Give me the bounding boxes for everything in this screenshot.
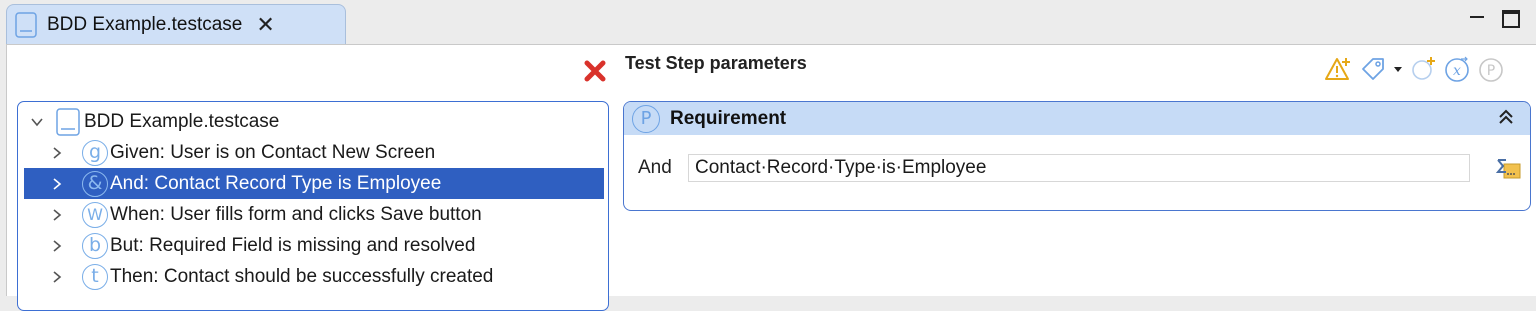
chevron-right-icon[interactable]: [50, 146, 64, 160]
tag-icon[interactable]: [1359, 55, 1387, 83]
editor-content: BDD Example.testcase g Given: User is on…: [6, 44, 1536, 311]
svg-text:x: x: [1453, 63, 1461, 79]
requirement-header[interactable]: P Requirement: [624, 102, 1530, 135]
editor: BDD Example.testcase ✕ BDD Example.testc…: [0, 0, 1536, 311]
chevron-right-icon[interactable]: [50, 270, 64, 284]
given-icon: g: [82, 139, 108, 166]
tab-bdd-example[interactable]: BDD Example.testcase ✕: [6, 4, 346, 44]
tree-root[interactable]: BDD Example.testcase: [18, 106, 608, 137]
add-step-icon[interactable]: [1409, 55, 1437, 83]
chevron-right-icon[interactable]: [50, 177, 64, 191]
tab-title: BDD Example.testcase: [47, 13, 243, 35]
chevron-right-icon[interactable]: [50, 208, 64, 222]
requirement-section: P Requirement And: [623, 101, 1531, 211]
window-controls: [1468, 10, 1520, 28]
svg-text:P: P: [1487, 63, 1495, 79]
tab-strip: BDD Example.testcase ✕: [0, 0, 1536, 44]
tree-item-label: Then: Contact should be successfully cre…: [110, 265, 494, 287]
maximize-icon[interactable]: [1502, 10, 1520, 28]
testcase-file-icon: [56, 107, 80, 136]
section-title: Requirement: [670, 107, 787, 129]
chevron-down-icon[interactable]: [30, 115, 44, 129]
tree-item-label: When: User fills form and clicks Save bu…: [110, 203, 482, 225]
chevron-right-icon[interactable]: [50, 239, 64, 253]
tree-item-when[interactable]: W When: User fills form and clicks Save …: [18, 199, 608, 230]
dropdown-arrow-icon[interactable]: [1393, 64, 1403, 74]
testcase-file-icon: [15, 11, 37, 38]
tree-item-then[interactable]: t Then: Contact should be successfully c…: [18, 261, 608, 292]
tree-item-given[interactable]: g Given: User is on Contact New Screen: [18, 137, 608, 168]
remove-icon[interactable]: [583, 59, 607, 83]
variable-icon[interactable]: x: [1443, 55, 1471, 83]
parameter-icon[interactable]: P: [1477, 55, 1505, 83]
tree-item-but[interactable]: b But: Required Field is missing and res…: [18, 230, 608, 261]
parameter-icon: P: [632, 104, 660, 133]
then-icon: t: [82, 263, 108, 290]
tree-item-label: But: Required Field is missing and resol…: [110, 234, 476, 256]
requirement-field-row: And: [624, 153, 1530, 183]
params-title: Test Step parameters: [625, 53, 807, 73]
tree-item-and[interactable]: & And: Contact Record Type is Employee: [24, 168, 604, 199]
test-step-tree[interactable]: BDD Example.testcase g Given: User is on…: [17, 101, 609, 311]
warning-add-icon[interactable]: [1325, 55, 1353, 83]
and-icon: &: [82, 170, 108, 197]
tab-close-icon[interactable]: ✕: [256, 13, 274, 36]
but-icon: b: [82, 232, 108, 259]
minimize-icon[interactable]: [1468, 10, 1486, 28]
collapse-icon[interactable]: [1498, 108, 1514, 126]
when-icon: W: [82, 201, 108, 228]
tree-item-label: Given: User is on Contact New Screen: [110, 141, 436, 163]
tree-root-label: BDD Example.testcase: [84, 110, 280, 132]
edit-expression-icon[interactable]: [1494, 154, 1522, 182]
params-toolbar: x P: [1325, 55, 1505, 83]
tree-item-label: And: Contact Record Type is Employee: [110, 172, 442, 194]
requirement-input[interactable]: [688, 154, 1470, 182]
field-label: And: [638, 157, 672, 178]
